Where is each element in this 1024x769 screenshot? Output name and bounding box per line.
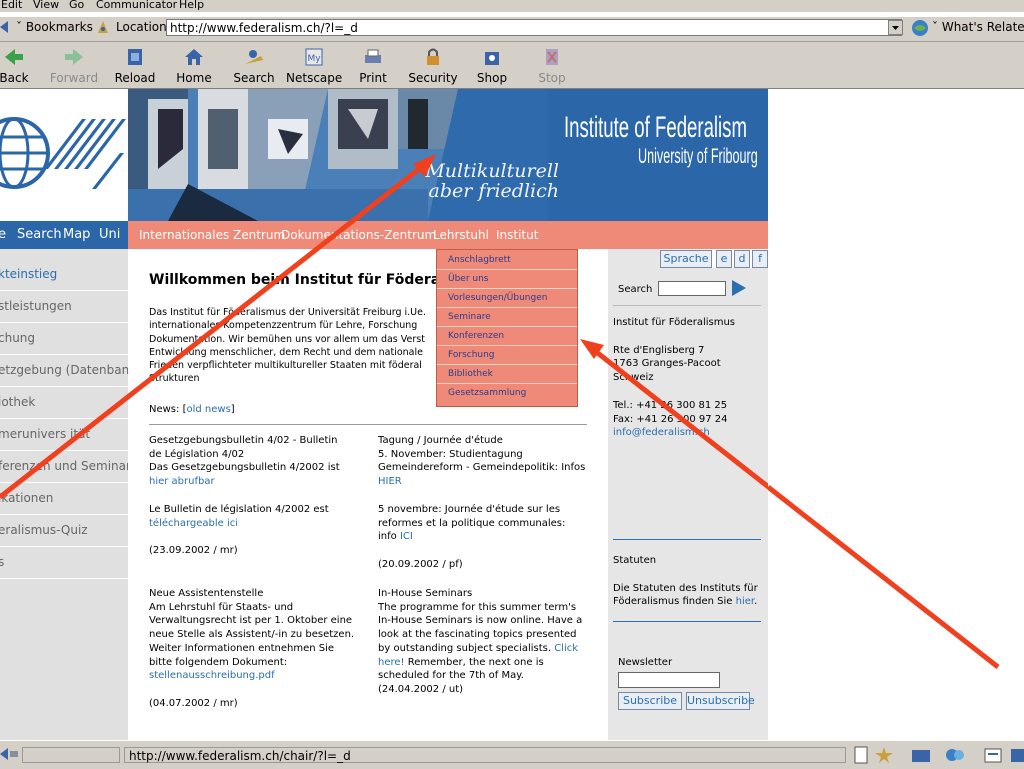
- reload-icon: [128, 49, 142, 65]
- annotation-arrow-left: [0, 160, 430, 499]
- location-icon: [96, 20, 110, 34]
- status-url-text: http://www.federalism.ch/chair/?l=_d: [124, 747, 846, 763]
- netscape-button[interactable]: My Netscape: [286, 44, 342, 86]
- menu-help[interactable]: Help: [179, 0, 204, 10]
- mail-icon[interactable]: [910, 746, 932, 764]
- print-button[interactable]: Print: [345, 44, 401, 86]
- stop-button[interactable]: Stop: [524, 44, 580, 86]
- connection-icon: [0, 745, 20, 763]
- whats-related-label: What's Related: [941, 20, 1024, 34]
- search-icon: [245, 50, 263, 64]
- menu-go[interactable]: Go: [69, 0, 84, 10]
- menu-view[interactable]: View: [33, 0, 59, 10]
- composer-icon[interactable]: [982, 746, 1004, 764]
- svg-text:My: My: [307, 54, 321, 64]
- web-page: Multikulturell aber friedlich Institute …: [0, 89, 768, 740]
- lock-icon: [427, 48, 439, 65]
- bookmarks-button[interactable]: ˇ Bookmarks: [16, 18, 93, 36]
- bookmark-icon[interactable]: [0, 21, 14, 33]
- bookmarks-label: Bookmarks: [25, 20, 93, 34]
- location-label: Location:: [116, 20, 171, 34]
- browser-status-bar: http://www.federalism.ch/chair/?l=_d: [0, 740, 1024, 769]
- reload-button[interactable]: Reload: [107, 44, 163, 86]
- print-icon: [365, 49, 381, 63]
- url-dropdown-button[interactable]: [888, 20, 903, 35]
- home-button[interactable]: Home: [166, 44, 222, 86]
- back-arrow-icon: [5, 49, 23, 65]
- browser-menu-bar: Edit View Go Communicator Help: [0, 0, 1024, 12]
- security-status-icon[interactable]: [874, 746, 894, 764]
- shop-button[interactable]: Shop: [464, 44, 520, 86]
- navigation-toolbar: Back Forward Reload Home Search My Netsc…: [0, 42, 1024, 89]
- home-icon: [185, 49, 203, 65]
- netscape-icon: My: [305, 48, 323, 66]
- forward-arrow-icon: [65, 49, 83, 65]
- annotation-arrow-right: [588, 345, 768, 490]
- stop-icon: [546, 49, 558, 65]
- security-button[interactable]: Security: [405, 44, 461, 86]
- status-page-icon: [854, 746, 870, 764]
- chat-icon[interactable]: [944, 746, 966, 764]
- url-input[interactable]: http://www.federalism.ch/?l=_d: [166, 19, 902, 36]
- shop-icon: [485, 52, 499, 65]
- forward-button[interactable]: Forward: [46, 44, 102, 86]
- whats-related-button[interactable]: ˇ What's Related: [932, 18, 1024, 36]
- menu-edit[interactable]: Edit: [1, 0, 22, 10]
- location-bar: ˇ Bookmarks Location: http://www.federal…: [0, 17, 1024, 42]
- address-book-icon[interactable]: [1010, 746, 1024, 764]
- back-button[interactable]: Back: [0, 44, 42, 86]
- menu-communicator[interactable]: Communicator: [96, 0, 177, 10]
- annotation-arrow-right-tail: [768, 485, 1000, 669]
- annotation-arrows: [0, 154, 768, 499]
- search-button[interactable]: Search: [226, 44, 282, 86]
- progress-bar: [22, 747, 120, 763]
- whats-related-icon[interactable]: [910, 18, 930, 38]
